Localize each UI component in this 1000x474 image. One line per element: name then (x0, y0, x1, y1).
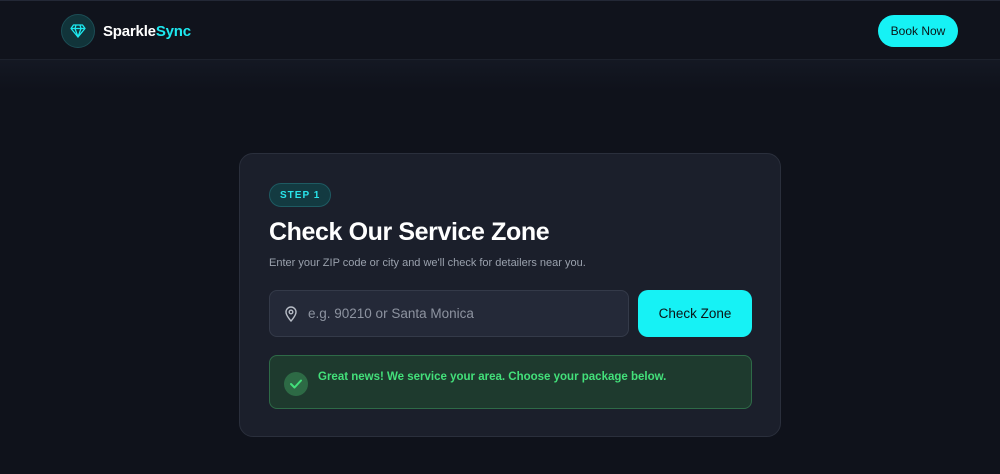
check-zone-button[interactable]: Check Zone (638, 290, 752, 337)
header-shadow (0, 60, 1000, 90)
page-subtitle: Enter your ZIP code or city and we'll ch… (269, 257, 586, 269)
map-pin-icon (284, 305, 298, 322)
diamond-icon (61, 14, 95, 48)
book-now-button[interactable]: Book Now (878, 15, 958, 47)
success-alert: Great news! We service your area. Choose… (269, 355, 752, 409)
top-navigation-bar: SparkleSync Book Now (0, 0, 1000, 60)
success-message: Great news! We service your area. Choose… (318, 371, 667, 383)
zip-search-field[interactable] (269, 290, 629, 337)
page-title: Check Our Service Zone (269, 218, 550, 246)
step-badge: STEP 1 (269, 183, 332, 207)
zip-search-input[interactable] (308, 291, 628, 336)
service-zone-card: STEP 1 Check Our Service Zone Enter your… (239, 153, 781, 437)
brand-name: SparkleSync (103, 23, 191, 40)
brand-name-part1: Sparkle (103, 22, 156, 40)
brand-name-part2: Sync (155, 22, 191, 40)
checkmark-icon (284, 372, 308, 396)
brand-logo[interactable]: SparkleSync (61, 13, 191, 49)
